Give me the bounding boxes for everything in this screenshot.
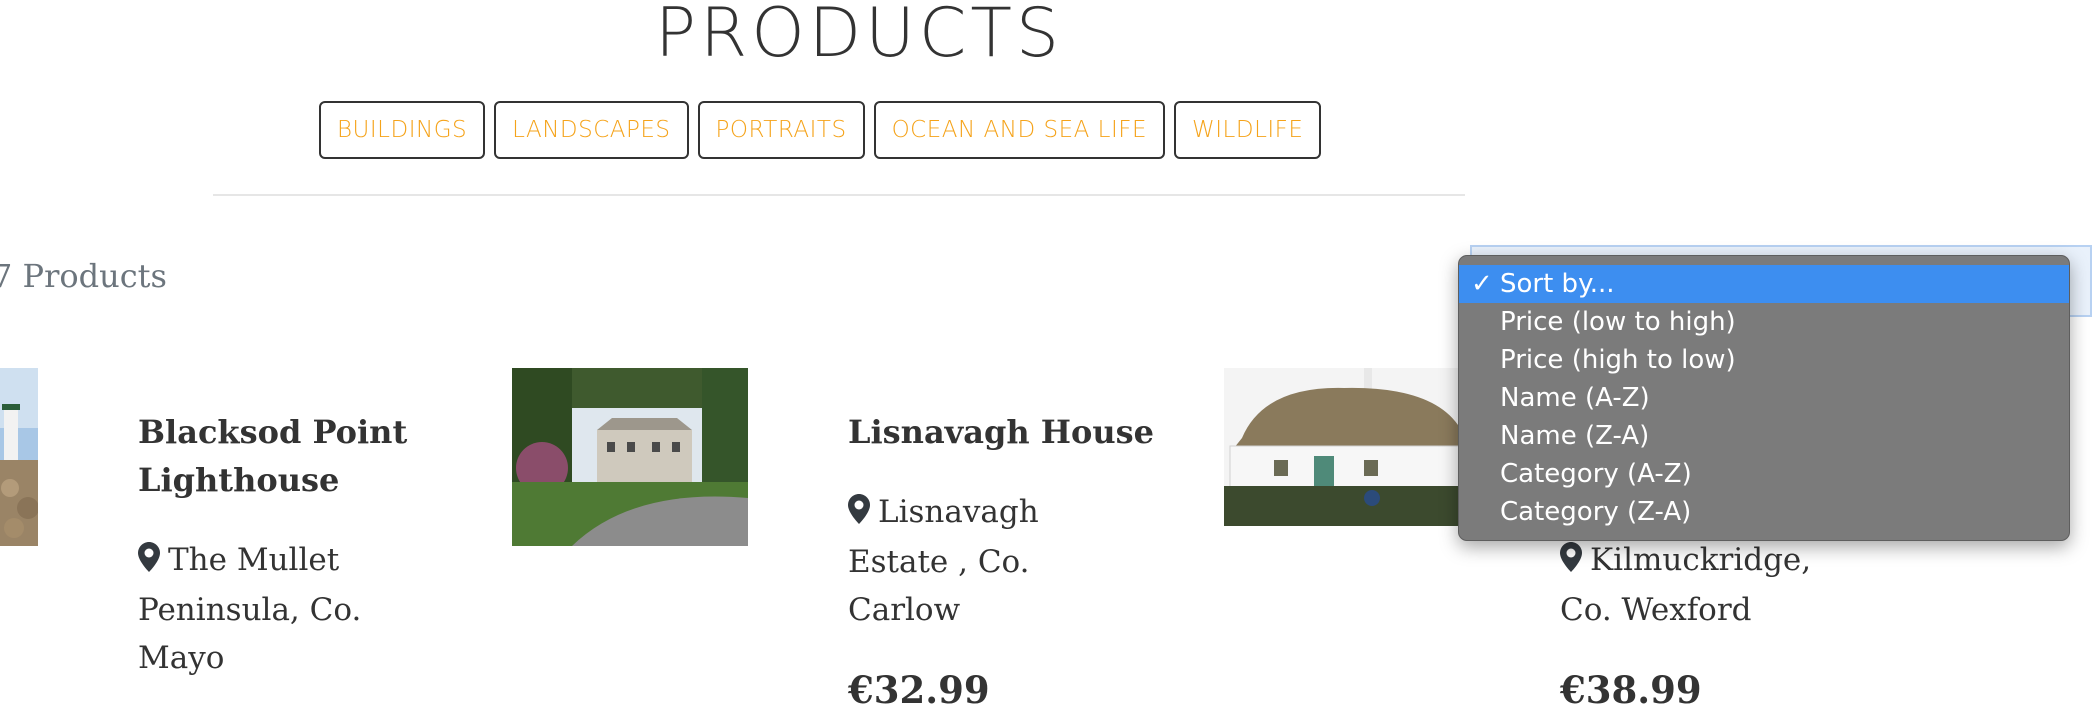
divider bbox=[213, 194, 1465, 196]
category-button-landscapes[interactable]: LANDSCAPES bbox=[494, 101, 689, 159]
product-title[interactable]: Blacksod Point Lighthouse bbox=[138, 408, 407, 504]
category-button-wildlife[interactable]: WILDLIFE bbox=[1174, 101, 1322, 159]
product-location: Kilmuckridge, Co. Wexford bbox=[1560, 536, 1811, 634]
checkmark-icon: ✓ bbox=[1471, 269, 1493, 299]
page-title: PRODUCTS bbox=[655, 0, 1064, 73]
sort-option-name-desc[interactable]: Name (Z-A) bbox=[1459, 417, 2069, 455]
map-marker-icon bbox=[1560, 538, 1582, 586]
sort-dropdown-menu: ✓ Sort by... Price (low to high) Price (… bbox=[1458, 255, 2070, 541]
sort-option-price-desc[interactable]: Price (high to low) bbox=[1459, 341, 2069, 379]
sort-option-price-asc[interactable]: Price (low to high) bbox=[1459, 303, 2069, 341]
category-button-buildings[interactable]: BUILDINGS bbox=[319, 101, 486, 159]
product-location: The Mullet Peninsula, Co. Mayo bbox=[138, 536, 361, 682]
map-marker-icon bbox=[138, 538, 160, 586]
sort-option-category-asc[interactable]: Category (A-Z) bbox=[1459, 455, 2069, 493]
product-price: €38.99 bbox=[1560, 668, 1702, 712]
sort-option-name-asc[interactable]: Name (A-Z) bbox=[1459, 379, 2069, 417]
product-title[interactable]: Lisnavagh House bbox=[848, 408, 1154, 456]
map-marker-icon bbox=[848, 490, 870, 538]
sort-option-category-desc[interactable]: Category (Z-A) bbox=[1459, 493, 2069, 531]
product-count: 7 Products bbox=[0, 257, 167, 295]
product-image-lisnavagh-house[interactable] bbox=[512, 368, 748, 546]
product-location: Lisnavagh Estate , Co. Carlow bbox=[848, 488, 1039, 634]
category-button-portraits[interactable]: PORTRAITS bbox=[697, 101, 865, 159]
product-image-thatched-cottage[interactable] bbox=[1224, 368, 1460, 526]
sort-option-default[interactable]: ✓ Sort by... bbox=[1459, 265, 2069, 303]
product-image-lighthouse[interactable] bbox=[0, 368, 38, 546]
category-button-ocean-and-sea-life[interactable]: OCEAN AND SEA LIFE bbox=[873, 101, 1166, 159]
category-filter-bar: BUILDINGS LANDSCAPES PORTRAITS OCEAN AND… bbox=[319, 101, 1322, 159]
product-price: €32.99 bbox=[848, 668, 990, 712]
